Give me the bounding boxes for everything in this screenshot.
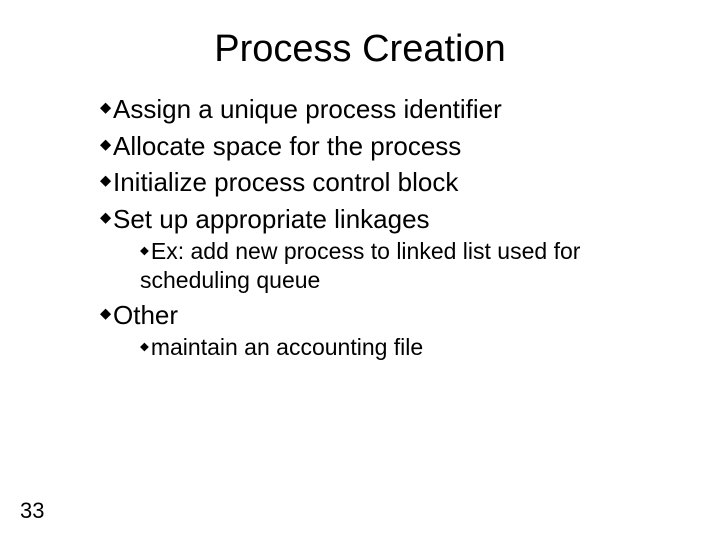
sub-bullet-text: maintain an accounting file — [151, 334, 423, 360]
bullet-text: Initialize process control block — [113, 167, 458, 197]
diamond-bullet-icon: ◆ — [100, 137, 111, 155]
bullet-text: Assign a unique process identifier — [113, 94, 502, 124]
slide-title: Process Creation — [40, 28, 680, 71]
bullet-line: ◆Allocate space for the process — [100, 130, 680, 163]
bullet-line: ◆Other — [100, 299, 680, 332]
diamond-bullet-icon: ◆ — [100, 173, 111, 191]
sub-list: ◆Ex: add new process to linked list used… — [100, 237, 680, 295]
bullet-text: Other — [113, 300, 178, 330]
slide: Process Creation ◆Assign a unique proces… — [0, 0, 720, 540]
diamond-bullet-icon: ◆ — [140, 340, 149, 354]
sub-bullet-text: Ex: add new process to linked list used … — [140, 238, 580, 293]
sub-bullet-line: ◆Ex: add new process to linked list used… — [140, 237, 680, 295]
diamond-bullet-icon: ◆ — [100, 306, 111, 324]
sub-bullet-line: ◆maintain an accounting file — [140, 333, 680, 362]
bullet-line: ◆Initialize process control block — [100, 166, 680, 199]
list-item: ◆Allocate space for the process — [100, 130, 680, 163]
diamond-bullet-icon: ◆ — [100, 100, 111, 118]
list-item: ◆Set up appropriate linkages ◆Ex: add ne… — [100, 203, 680, 295]
slide-content: ◆Assign a unique process identifier ◆All… — [40, 93, 680, 362]
bullet-text: Set up appropriate linkages — [113, 204, 430, 234]
bullet-text: Allocate space for the process — [113, 131, 461, 161]
diamond-bullet-icon: ◆ — [140, 244, 149, 258]
list-item: ◆Initialize process control block — [100, 166, 680, 199]
diamond-bullet-icon: ◆ — [100, 210, 111, 228]
list-item: ◆Other ◆maintain an accounting file — [100, 299, 680, 362]
list-item: ◆Assign a unique process identifier — [100, 93, 680, 126]
bullet-line: ◆Set up appropriate linkages — [100, 203, 680, 236]
page-number: 33 — [20, 498, 44, 524]
bullet-line: ◆Assign a unique process identifier — [100, 93, 680, 126]
sub-list: ◆maintain an accounting file — [100, 333, 680, 362]
